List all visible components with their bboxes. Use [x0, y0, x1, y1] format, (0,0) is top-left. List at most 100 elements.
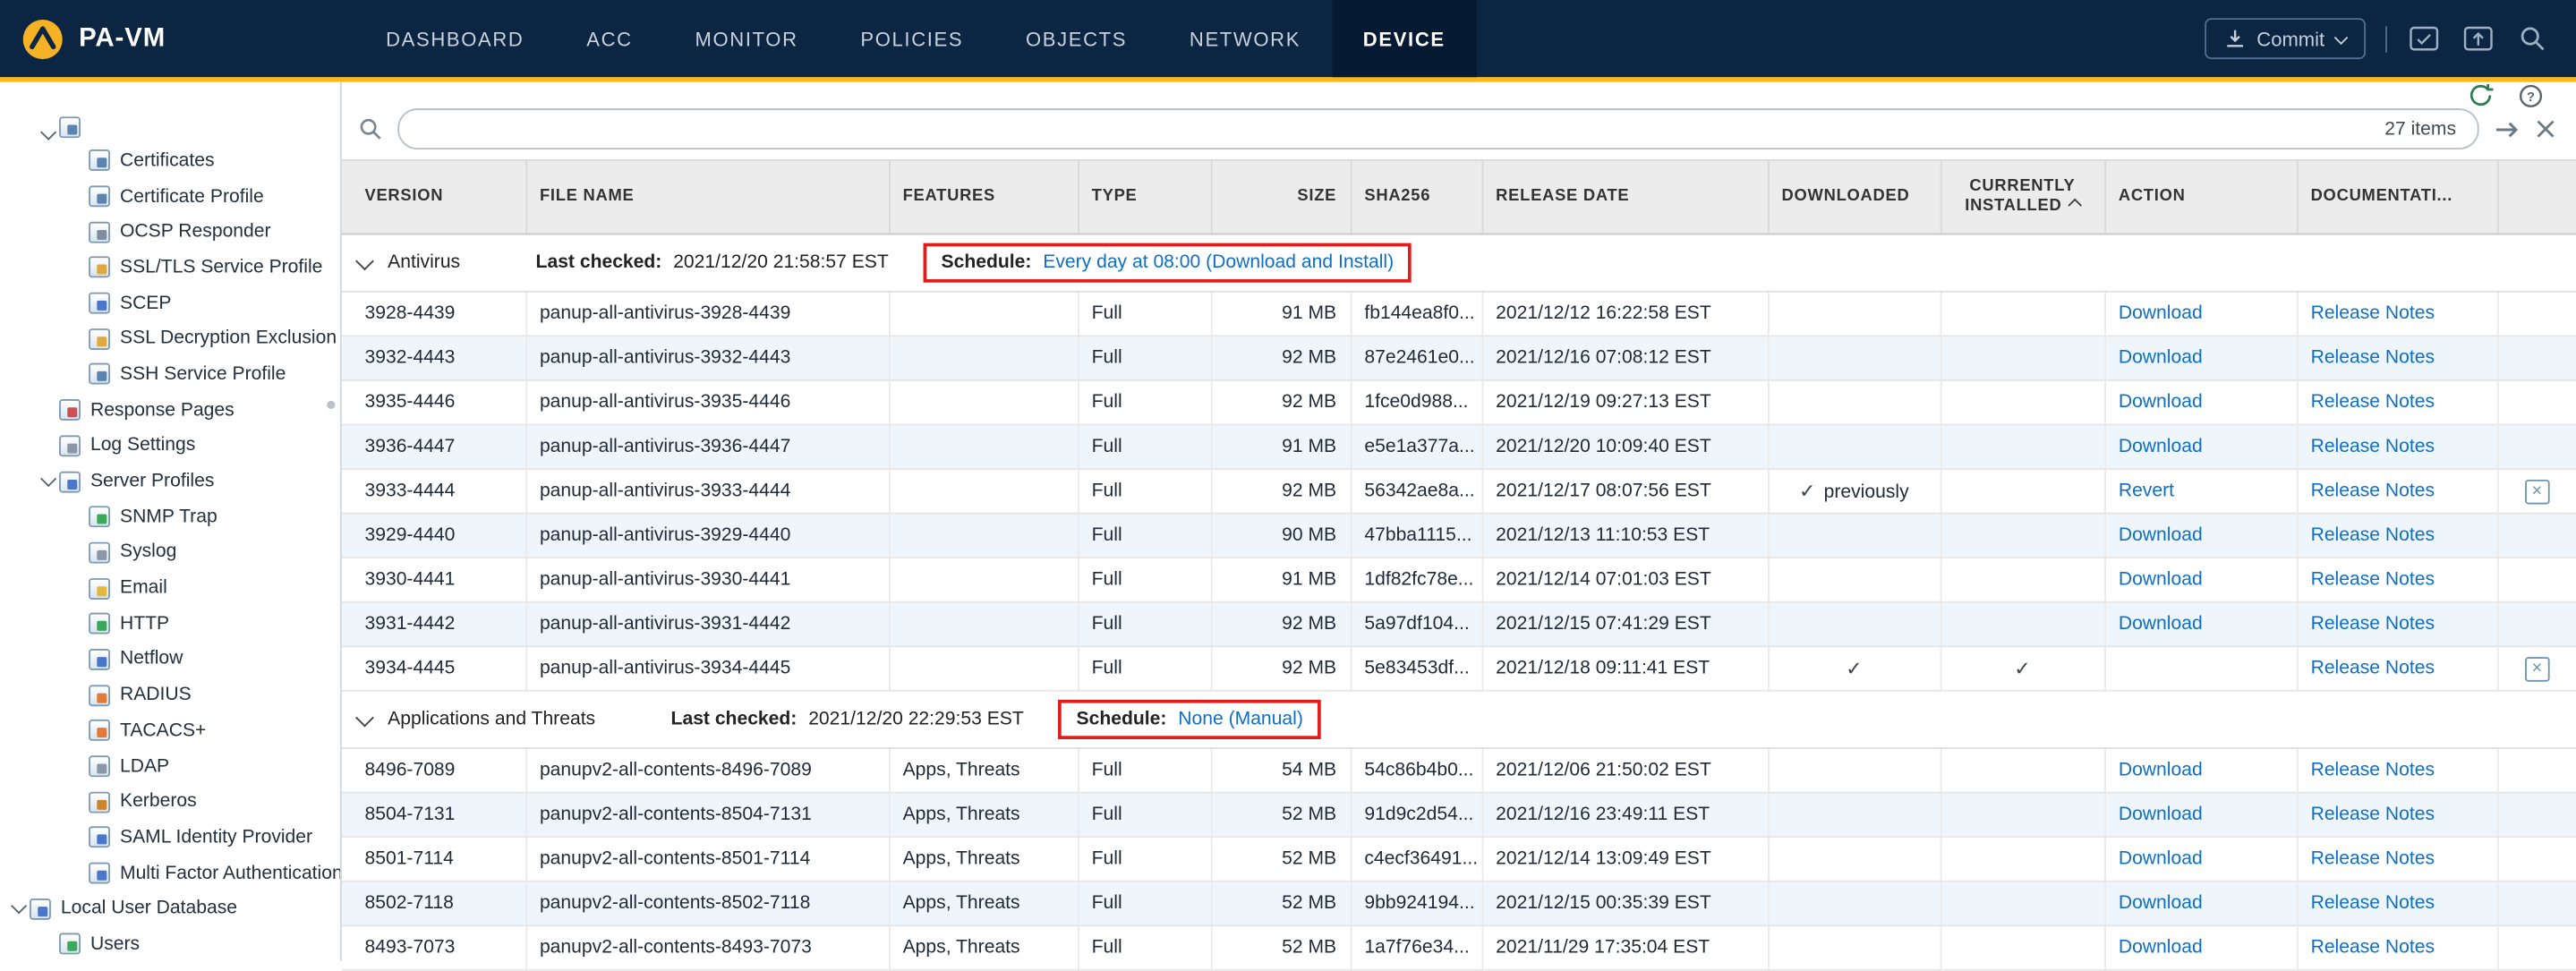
cell-documentation: Release Notes: [2297, 336, 2497, 380]
release-notes-link[interactable]: Release Notes: [2311, 348, 2435, 368]
primary-nav: DASHBOARDACCMONITORPOLICIESOBJECTSNETWOR…: [354, 0, 1476, 77]
release-notes-link[interactable]: Release Notes: [2311, 393, 2435, 413]
sidebar-item-snmp-trap[interactable]: SNMP Trap: [0, 499, 340, 535]
sidebar-item-radius[interactable]: RADIUS: [0, 677, 340, 713]
collapse-group-icon[interactable]: [355, 708, 374, 727]
global-search-icon[interactable]: [2515, 21, 2550, 56]
sidebar-item-users[interactable]: Users: [0, 926, 340, 960]
download-link[interactable]: Download: [2119, 893, 2203, 913]
download-link[interactable]: Download: [2119, 938, 2203, 958]
collapse-group-icon[interactable]: [355, 251, 374, 270]
filter-input[interactable]: [421, 117, 2384, 141]
save-config-icon[interactable]: [2407, 21, 2442, 56]
revert-link[interactable]: Revert: [2119, 481, 2174, 501]
sidebar-item-ssl-decryption-exclusion[interactable]: SSL Decryption Exclusion: [0, 321, 340, 357]
cell-delete: [2497, 602, 2576, 647]
sidebar-item-multi-factor-authentication[interactable]: Multi Factor Authentication: [0, 856, 340, 891]
release-notes-link[interactable]: Release Notes: [2311, 304, 2435, 324]
cell-size: 92 MB: [1211, 380, 1351, 425]
release-notes-link[interactable]: Release Notes: [2311, 614, 2435, 634]
release-notes-link[interactable]: Release Notes: [2311, 849, 2435, 869]
sidebar-item-response-pages[interactable]: Response Pages: [0, 392, 340, 428]
release-notes-link[interactable]: Release Notes: [2311, 805, 2435, 824]
sidebar-item-local-user-database[interactable]: Local User Database: [0, 891, 340, 927]
release-notes-link[interactable]: Release Notes: [2311, 481, 2435, 501]
update-row: 3936-4447panup-all-antivirus-3936-4447Fu…: [342, 424, 2576, 469]
release-notes-link[interactable]: Release Notes: [2311, 893, 2435, 913]
sidebar-item-tacacs[interactable]: TACACS+: [0, 713, 340, 749]
refresh-icon[interactable]: [2468, 82, 2494, 108]
sidebar-item-ocsp-responder[interactable]: OCSP Responder: [0, 214, 340, 250]
column-header-file_name[interactable]: FILE NAME: [525, 160, 889, 234]
nav-item-dashboard[interactable]: DASHBOARD: [354, 0, 555, 77]
chevron-down-icon[interactable]: [39, 471, 55, 487]
download-link[interactable]: Download: [2119, 805, 2203, 824]
sidebar-item-certificate-profile[interactable]: Certificate Profile: [0, 178, 340, 214]
download-link[interactable]: Download: [2119, 304, 2203, 324]
column-header-features[interactable]: FEATURES: [889, 160, 1078, 234]
sidebar-item-ldap[interactable]: LDAP: [0, 748, 340, 784]
cell-version: 3934-4445: [342, 646, 526, 691]
sidebar-item-email[interactable]: Email: [0, 570, 340, 606]
clear-filter-icon[interactable]: [2535, 118, 2556, 140]
download-link[interactable]: Download: [2119, 525, 2203, 545]
sidebar-item-syslog[interactable]: Syslog: [0, 535, 340, 571]
column-header-action[interactable]: ACTION: [2104, 160, 2297, 234]
nav-item-acc[interactable]: ACC: [555, 0, 663, 77]
download-link[interactable]: Download: [2119, 849, 2203, 869]
sidebar-item-server-profiles[interactable]: Server Profiles: [0, 464, 340, 499]
sidebar-item-partial[interactable]: [0, 82, 340, 143]
column-label: SIZE: [1297, 187, 1336, 205]
update-row: 3933-4444panup-all-antivirus-3933-4444Fu…: [342, 469, 2576, 514]
nav-item-objects[interactable]: OBJECTS: [994, 0, 1158, 77]
column-header-type[interactable]: TYPE: [1078, 160, 1211, 234]
cell-release_date: 2021/12/18 09:11:41 EST: [1482, 646, 1768, 691]
nav-item-network[interactable]: NETWORK: [1158, 0, 1332, 77]
schedule-link[interactable]: None (Manual): [1178, 710, 1303, 729]
column-label: SHA256: [1364, 187, 1430, 205]
release-notes-link[interactable]: Release Notes: [2311, 437, 2435, 456]
cell-installed: [1941, 558, 2105, 602]
sidebar-item-scep[interactable]: SCEP: [0, 285, 340, 321]
release-notes-link[interactable]: Release Notes: [2311, 938, 2435, 958]
sidebar-item-http[interactable]: HTTP: [0, 606, 340, 642]
nav-item-monitor[interactable]: MONITOR: [664, 0, 830, 77]
delete-icon[interactable]: ×: [2525, 656, 2550, 681]
schedule-link[interactable]: Every day at 08:00 (Download and Install…: [1043, 253, 1394, 273]
sidebar-item-kerberos[interactable]: Kerberos: [0, 784, 340, 820]
column-header-downloaded[interactable]: DOWNLOADED: [1768, 160, 1941, 234]
release-notes-link[interactable]: Release Notes: [2311, 570, 2435, 590]
sidebar-item-ssl-tls-service-profile[interactable]: SSL/TLS Service Profile: [0, 250, 340, 285]
delete-icon[interactable]: ×: [2525, 479, 2550, 504]
download-link[interactable]: Download: [2119, 348, 2203, 368]
chevron-down-icon[interactable]: [10, 899, 26, 915]
column-header-release_date[interactable]: RELEASE DATE: [1482, 160, 1768, 234]
push-config-icon[interactable]: [2461, 21, 2496, 56]
download-link[interactable]: Download: [2119, 614, 2203, 634]
download-link[interactable]: Download: [2119, 570, 2203, 590]
download-link[interactable]: Download: [2119, 761, 2203, 780]
column-header-delete[interactable]: [2497, 160, 2576, 234]
release-notes-link[interactable]: Release Notes: [2311, 659, 2435, 678]
release-notes-link[interactable]: Release Notes: [2311, 761, 2435, 780]
nav-item-policies[interactable]: POLICIES: [830, 0, 995, 77]
column-header-sha256[interactable]: SHA256: [1351, 160, 1482, 234]
sidebar-item-netflow[interactable]: Netflow: [0, 642, 340, 677]
help-icon[interactable]: ?: [2519, 83, 2544, 108]
sidebar-item-log-settings[interactable]: Log Settings: [0, 428, 340, 464]
download-link[interactable]: Download: [2119, 393, 2203, 413]
apply-filter-icon[interactable]: [2494, 117, 2520, 141]
sidebar-item-ssh-service-profile[interactable]: SSH Service Profile: [0, 357, 340, 393]
release-notes-link[interactable]: Release Notes: [2311, 525, 2435, 545]
sidebar-item-saml-identity-provider[interactable]: SAML Identity Provider: [0, 820, 340, 856]
commit-button[interactable]: Commit: [2205, 18, 2367, 59]
cell-size: 91 MB: [1211, 558, 1351, 602]
column-header-documentation[interactable]: DOCUMENTATI...: [2297, 160, 2497, 234]
column-header-installed[interactable]: CURRENTLY INSTALLED: [1941, 160, 2105, 234]
column-header-version[interactable]: VERSION: [342, 160, 526, 234]
chevron-down-icon[interactable]: [39, 124, 55, 141]
column-header-size[interactable]: SIZE: [1211, 160, 1351, 234]
nav-item-device[interactable]: DEVICE: [1332, 0, 1477, 77]
sidebar-item-certificates[interactable]: Certificates: [0, 143, 340, 179]
download-link[interactable]: Download: [2119, 437, 2203, 456]
